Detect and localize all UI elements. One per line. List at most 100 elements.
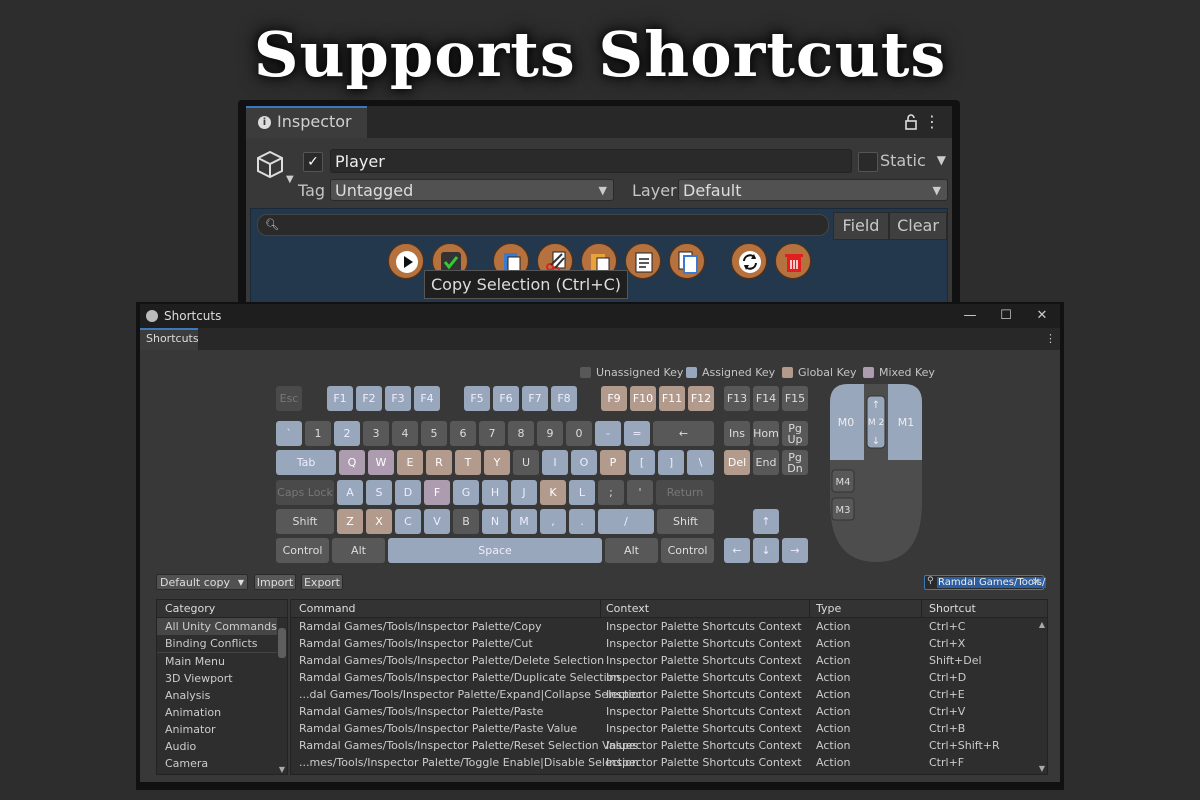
- key-shift[interactable]: Shift: [657, 509, 714, 534]
- column-header-context[interactable]: Context: [606, 600, 649, 617]
- scroll-up-icon[interactable]: ▲: [1039, 620, 1045, 629]
- key-f9[interactable]: F9: [601, 386, 627, 411]
- table-row[interactable]: Ramdal Games/Tools/Inspector Palette/Cut…: [291, 635, 1047, 652]
- key-f14[interactable]: F14: [753, 386, 779, 411]
- column-divider[interactable]: [809, 600, 810, 617]
- key-n[interactable]: N: [482, 509, 508, 534]
- key-pg-dn[interactable]: Pg Dn: [782, 450, 808, 475]
- key-u[interactable]: U: [513, 450, 539, 475]
- key-f[interactable]: F: [424, 480, 450, 505]
- key-w[interactable]: W: [368, 450, 394, 475]
- column-header-command[interactable]: Command: [299, 600, 356, 617]
- window-titlebar[interactable]: Shortcuts — ☐ ✕: [140, 304, 1060, 328]
- minimize-icon[interactable]: —: [960, 304, 980, 328]
- column-divider[interactable]: [921, 600, 922, 617]
- key-tab[interactable]: Tab: [276, 450, 336, 475]
- key-0[interactable]: 0: [566, 421, 592, 446]
- table-row[interactable]: Ramdal Games/Tools/Inspector Palette/Del…: [291, 652, 1047, 669]
- key-p[interactable]: P: [600, 450, 626, 475]
- table-row[interactable]: ...mes/Tools/Inspector Palette/Toggle En…: [291, 754, 1047, 771]
- key-q[interactable]: Q: [339, 450, 365, 475]
- clear-button[interactable]: Clear: [889, 212, 947, 240]
- key-b[interactable]: B: [453, 509, 479, 534]
- key-c[interactable]: C: [395, 509, 421, 534]
- key-[interactable]: \: [687, 450, 714, 475]
- tab-shortcuts[interactable]: Shortcuts: [140, 328, 199, 350]
- gameobject-cube-icon[interactable]: [256, 150, 284, 178]
- category-item[interactable]: Analysis: [157, 687, 287, 704]
- key-f7[interactable]: F7: [522, 386, 548, 411]
- duplicate-icon[interactable]: [669, 243, 705, 279]
- kebab-menu-icon[interactable]: ⋮: [1045, 332, 1056, 345]
- key-y[interactable]: Y: [484, 450, 510, 475]
- key-o[interactable]: O: [571, 450, 597, 475]
- key-control[interactable]: Control: [276, 538, 329, 563]
- export-button[interactable]: Export: [301, 574, 343, 590]
- key-j[interactable]: J: [511, 480, 537, 505]
- key-[interactable]: ↑: [753, 509, 779, 534]
- scroll-down-icon[interactable]: ▼: [279, 765, 285, 774]
- key-v[interactable]: V: [424, 509, 450, 534]
- kebab-menu-icon[interactable]: ⋮: [924, 114, 940, 130]
- category-item[interactable]: Main Menu: [157, 653, 287, 670]
- category-item[interactable]: Animation: [157, 704, 287, 721]
- lock-icon[interactable]: [904, 114, 918, 130]
- column-header-type[interactable]: Type: [816, 600, 841, 617]
- column-header-shortcut[interactable]: Shortcut: [929, 600, 976, 617]
- key-[interactable]: ;: [598, 480, 624, 505]
- key-6[interactable]: 6: [450, 421, 476, 446]
- key-esc[interactable]: Esc: [276, 386, 302, 411]
- key-4[interactable]: 4: [392, 421, 418, 446]
- cube-dropdown-icon[interactable]: ▼: [286, 174, 294, 185]
- key-5[interactable]: 5: [421, 421, 447, 446]
- key-[interactable]: →: [782, 538, 808, 563]
- key-f6[interactable]: F6: [493, 386, 519, 411]
- tag-dropdown[interactable]: Untagged ▼: [330, 179, 614, 201]
- key-f1[interactable]: F1: [327, 386, 353, 411]
- key-[interactable]: ]: [658, 450, 684, 475]
- key-[interactable]: =: [624, 421, 650, 446]
- table-row[interactable]: Ramdal Games/Tools/Inspector Palette/Pas…: [291, 720, 1047, 737]
- key-f11[interactable]: F11: [659, 386, 685, 411]
- key-i[interactable]: I: [542, 450, 568, 475]
- active-checkbox[interactable]: ✓: [303, 152, 323, 172]
- key-pg-up[interactable]: Pg Up: [782, 421, 808, 446]
- key-[interactable]: ←: [653, 421, 714, 446]
- scroll-down-icon[interactable]: ▼: [1039, 764, 1045, 773]
- key-[interactable]: [: [629, 450, 655, 475]
- object-name-field[interactable]: Player: [330, 149, 852, 173]
- key-s[interactable]: S: [366, 480, 392, 505]
- key-t[interactable]: T: [455, 450, 481, 475]
- key-alt[interactable]: Alt: [605, 538, 658, 563]
- key-8[interactable]: 8: [508, 421, 534, 446]
- key-1[interactable]: 1: [305, 421, 331, 446]
- key-hom[interactable]: Hom: [753, 421, 779, 446]
- key-control[interactable]: Control: [661, 538, 714, 563]
- table-row[interactable]: Ramdal Games/Tools/Inspector Palette/Dup…: [291, 669, 1047, 686]
- category-item[interactable]: Audio: [157, 738, 287, 755]
- layer-dropdown[interactable]: Default ▼: [678, 179, 948, 201]
- key-k[interactable]: K: [540, 480, 566, 505]
- table-row[interactable]: ...dal Games/Tools/Inspector Palette/Exp…: [291, 686, 1047, 703]
- key-l[interactable]: L: [569, 480, 595, 505]
- reset-icon[interactable]: [731, 243, 767, 279]
- key-m[interactable]: M: [511, 509, 537, 534]
- play-icon[interactable]: [388, 243, 424, 279]
- key-d[interactable]: D: [395, 480, 421, 505]
- category-scrollbar[interactable]: ▼: [277, 618, 287, 774]
- key-alt[interactable]: Alt: [332, 538, 385, 563]
- key-z[interactable]: Z: [337, 509, 363, 534]
- key-del[interactable]: Del: [724, 450, 750, 475]
- key-f2[interactable]: F2: [356, 386, 382, 411]
- static-dropdown-icon[interactable]: ▼: [937, 153, 946, 167]
- maximize-icon[interactable]: ☐: [996, 304, 1016, 328]
- key-[interactable]: `: [276, 421, 302, 446]
- table-row[interactable]: Ramdal Games/Tools/Inspector Palette/Cop…: [291, 618, 1047, 635]
- scrollbar-thumb[interactable]: [278, 628, 286, 658]
- key-return[interactable]: Return: [656, 480, 714, 505]
- key-3[interactable]: 3: [363, 421, 389, 446]
- key-[interactable]: /: [598, 509, 654, 534]
- palette-search-input[interactable]: 🔍︎: [257, 214, 829, 236]
- key-f10[interactable]: F10: [630, 386, 656, 411]
- category-item[interactable]: 3D Viewport: [157, 670, 287, 687]
